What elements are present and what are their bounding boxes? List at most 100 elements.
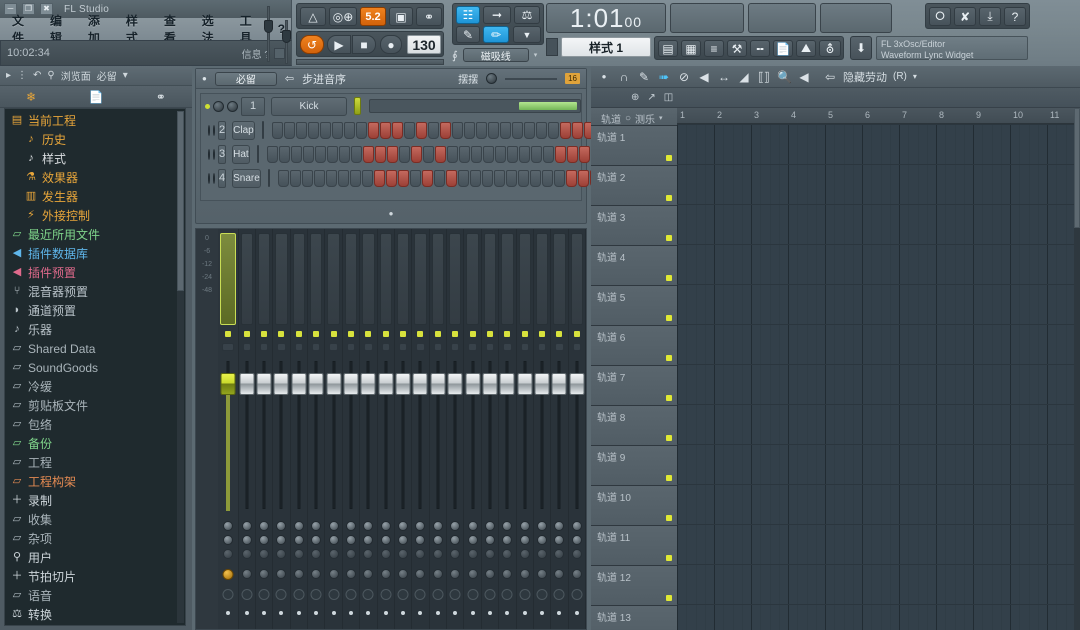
step-button[interactable] <box>301 169 313 187</box>
mixer-strip-bottom-led[interactable] <box>296 611 301 615</box>
mixer-send-knob-b[interactable] <box>467 535 478 545</box>
channel-volume-knob[interactable] <box>213 172 215 184</box>
mixer-strip-solo-button[interactable] <box>485 343 495 351</box>
step-button[interactable] <box>542 145 554 163</box>
pattern-name[interactable]: 样式 1 <box>561 37 651 57</box>
step-button[interactable] <box>278 145 290 163</box>
mute-icon[interactable]: ◀ <box>697 70 711 84</box>
step-button[interactable] <box>325 169 337 187</box>
mixer-strip-master[interactable] <box>218 229 239 629</box>
mixer-strip-insert[interactable] <box>273 229 291 629</box>
mixer-strip-nameplate[interactable] <box>466 233 479 325</box>
channel-select-strip[interactable] <box>267 169 270 187</box>
step-button[interactable] <box>391 121 403 139</box>
browser-item[interactable]: ▱ 剪贴板文件 <box>5 396 185 415</box>
step-button[interactable] <box>577 169 589 187</box>
swing-slider[interactable] <box>505 77 558 80</box>
browser-info-icon[interactable]: ⋮ <box>17 70 27 81</box>
browser-scrollbar[interactable] <box>177 111 184 623</box>
mixer-eq-knob[interactable] <box>467 589 479 600</box>
browser-item[interactable]: ⑂ 混音器预置 <box>5 282 185 301</box>
channel-name-button[interactable]: Snare <box>232 168 261 188</box>
step-button[interactable] <box>434 145 446 163</box>
mixer-strip-solo-button[interactable] <box>451 343 460 351</box>
mixer-send-knob-b[interactable] <box>241 535 252 545</box>
mixer-volume-fader[interactable] <box>343 373 359 395</box>
mixer-strip-insert[interactable] <box>343 229 361 629</box>
mixer-strip-led[interactable] <box>347 331 354 337</box>
mixer-pan-knob[interactable] <box>484 569 495 579</box>
step-button[interactable] <box>290 145 302 163</box>
channel-rack-row[interactable]: 1 Kick <box>201 94 581 118</box>
mixer-send-knob-b[interactable] <box>519 535 530 545</box>
step-button[interactable] <box>415 121 427 139</box>
step-button[interactable] <box>530 145 542 163</box>
playlist-track-row[interactable]: 轨道 1 <box>591 126 682 166</box>
mixer-eq-knob[interactable] <box>432 589 444 600</box>
mixer-strip-insert[interactable] <box>325 229 343 629</box>
mixer-volume-fader[interactable] <box>551 373 567 395</box>
step-button[interactable] <box>553 169 565 187</box>
mixer-strip-led[interactable] <box>521 331 528 337</box>
channel-pan-knob[interactable] <box>208 172 210 184</box>
step-button[interactable] <box>547 121 559 139</box>
mixer-volume-fader[interactable] <box>517 373 533 395</box>
step-button[interactable] <box>505 169 517 187</box>
mixer-strip-insert[interactable] <box>551 229 569 629</box>
mixer-volume-fader[interactable] <box>360 373 376 395</box>
browser-item[interactable]: ＋ 节拍切片 <box>5 567 185 586</box>
step-button[interactable] <box>451 121 463 139</box>
mixer-strip-nameplate[interactable] <box>570 233 583 325</box>
channel-select-strip[interactable] <box>256 145 259 163</box>
mixer-pan-knob[interactable] <box>293 569 304 579</box>
mixer-strip-insert[interactable] <box>239 229 256 629</box>
mixer-pan-knob[interactable] <box>450 569 461 579</box>
playlist-menu-dot[interactable]: ● <box>597 72 611 81</box>
mixer-strip-insert[interactable] <box>256 229 274 629</box>
mixer-strip-led[interactable] <box>400 331 407 337</box>
mixer-send-knob-a[interactable] <box>311 521 322 531</box>
playlist-track-led[interactable] <box>666 195 672 201</box>
more-tools-icon[interactable]: ▼ <box>513 26 541 43</box>
mixer-eq-knob[interactable] <box>571 589 583 600</box>
mixer-icon[interactable]: ⚒ <box>727 40 747 57</box>
channel-index[interactable]: 2 <box>218 120 227 140</box>
step-button[interactable] <box>523 121 535 139</box>
mixer-strip-insert[interactable] <box>447 229 465 629</box>
piano-roll-icon[interactable]: ▦ <box>681 40 701 57</box>
step-button[interactable] <box>535 121 547 139</box>
mixer-strip-nameplate[interactable] <box>362 233 375 325</box>
mixer-strip-led[interactable] <box>295 331 302 337</box>
browser-item[interactable]: ♪ 样式 <box>5 149 185 168</box>
mixer-strip-led[interactable] <box>434 331 441 337</box>
playlist-track-led[interactable] <box>666 315 672 321</box>
step-button[interactable] <box>398 145 410 163</box>
step-button[interactable] <box>421 169 433 187</box>
playlist-track-led[interactable] <box>666 595 672 601</box>
mixer-eq-knob[interactable] <box>449 589 461 600</box>
channel-volume-knob[interactable] <box>213 148 215 160</box>
playlist-track-row[interactable]: 轨道 10 <box>591 486 682 526</box>
playlist-vertical-scrollbar[interactable] <box>1074 108 1080 630</box>
arrow-right-icon[interactable]: ➞ <box>483 6 511 24</box>
step-button[interactable] <box>319 121 331 139</box>
channel-index[interactable]: 4 <box>218 168 227 188</box>
step-button[interactable] <box>446 145 458 163</box>
mixer-send-knob-c[interactable] <box>222 549 233 559</box>
line-icon[interactable]: ↗ <box>647 92 655 103</box>
rack-preset-selector[interactable]: 必留 <box>214 71 277 86</box>
mixer-send-knob-a[interactable] <box>502 521 513 531</box>
mixer-strip-insert[interactable] <box>395 229 413 629</box>
browser-tree[interactable]: ▤ 当前工程 ♪ 历史 ♪ 样式 ⚗ 效果器 ▥ 发生器 ⚡ 外接控制 ▱ 最近所用文件 ◀ 插件数据库 ◀ 插件… <box>4 108 186 626</box>
mixer-pan-knob[interactable] <box>467 569 478 579</box>
mixer-eq-knob[interactable] <box>293 589 305 600</box>
mixer-strip-bottom-led[interactable] <box>522 611 527 615</box>
playlist-track-led[interactable] <box>666 555 672 561</box>
snap-value[interactable]: 磁吸线 <box>462 48 529 63</box>
mixer-send-knob-a[interactable] <box>519 521 530 531</box>
mixer-send-knob-b[interactable] <box>398 535 409 545</box>
mixer-eq-knob[interactable] <box>380 589 392 600</box>
mixer-strip-insert[interactable] <box>308 229 326 629</box>
playlist-track-row[interactable]: 轨道 2 <box>591 166 682 206</box>
step-button[interactable] <box>295 121 307 139</box>
